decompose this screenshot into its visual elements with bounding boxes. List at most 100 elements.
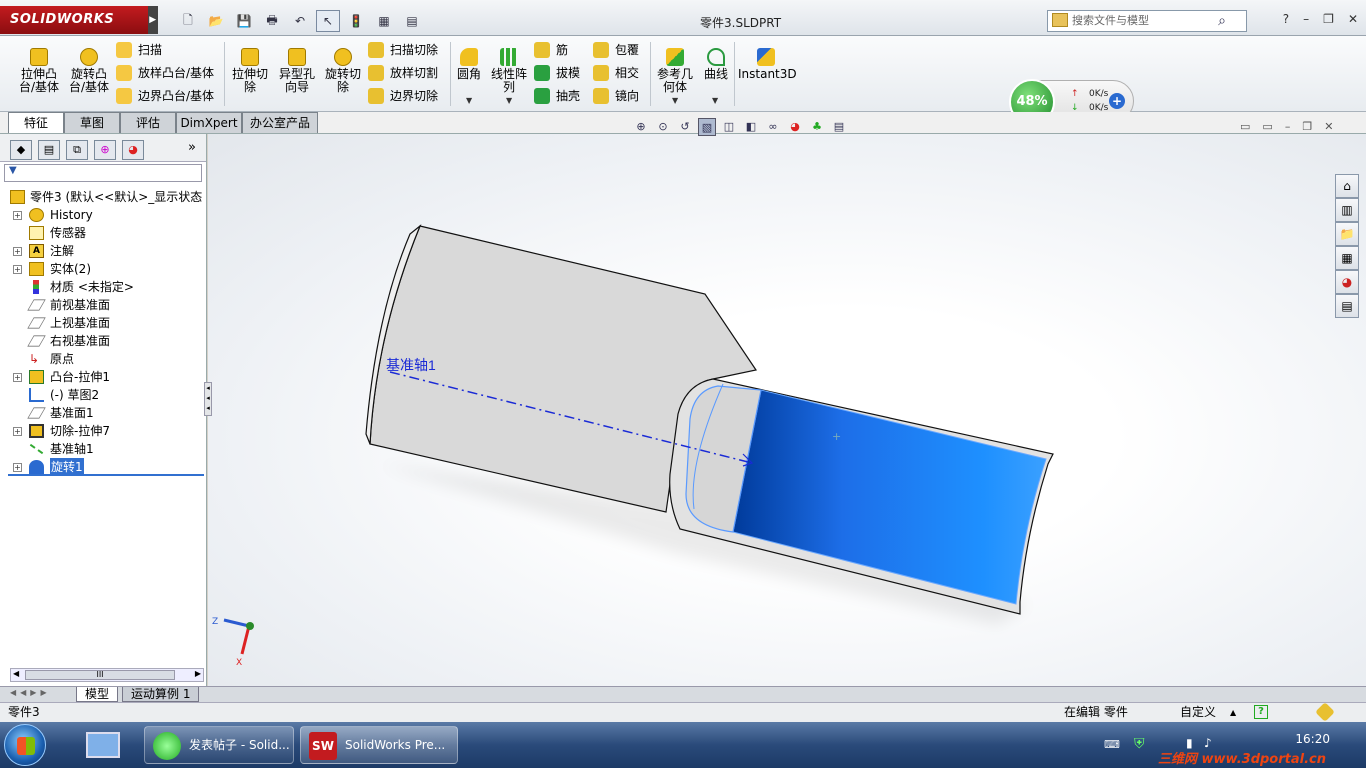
tree-item-sensors[interactable]: 传感器 — [0, 224, 206, 242]
tab-model[interactable]: 模型 — [76, 687, 119, 702]
feature-tree-icon[interactable]: ◆ — [10, 140, 32, 160]
tab-features[interactable]: 特征 — [8, 112, 64, 133]
rebuild-icon[interactable]: 🚦 — [344, 10, 368, 32]
linear-pattern-button[interactable]: 线性阵列 — [488, 48, 530, 94]
tab-scroll-arrows-icon[interactable]: ◀◀▶▶ — [10, 688, 51, 697]
scroll-right-icon[interactable]: ▶ — [195, 669, 201, 678]
plus-icon[interactable]: + — [1109, 93, 1125, 109]
tree-item-axis1[interactable]: 基准轴1 — [0, 440, 206, 458]
boundary-cut-button[interactable]: 边界切除 — [368, 86, 438, 106]
view-settings-icon[interactable]: ▤ — [830, 118, 848, 136]
viewport-minimize-button[interactable]: – — [1285, 120, 1291, 133]
tree-item-boss-extrude1[interactable]: + 凸台-拉伸1 — [0, 368, 206, 386]
display-manager-icon[interactable]: ◕ — [122, 140, 144, 160]
show-desktop-icon[interactable] — [86, 732, 120, 758]
reference-geometry-button[interactable]: 参考几何体 — [654, 48, 696, 94]
tab-office-products[interactable]: 办公室产品 — [242, 112, 318, 133]
tree-item-annotations[interactable]: + A 注解 — [0, 242, 206, 260]
mirror-button[interactable]: 镜向 — [593, 86, 639, 106]
display-style-icon[interactable]: ◧ — [742, 118, 760, 136]
shell-button[interactable]: 抽壳 — [534, 86, 580, 106]
tree-root[interactable]: 零件3 (默认<<默认>_显示状态 — [0, 188, 206, 206]
tile-icon[interactable]: ▭ — [1240, 120, 1250, 133]
fillet-button[interactable]: 圆角 — [454, 48, 484, 81]
solidworks-logo[interactable]: SOLIDWORKS ▶ — [0, 6, 158, 34]
appearances-icon[interactable]: ◕ — [1335, 270, 1359, 294]
draft-button[interactable]: 拔模 — [534, 63, 580, 83]
tab-evaluate[interactable]: 评估 — [120, 112, 176, 133]
taskbar-btn-solidworks[interactable]: SW SolidWorks Pre... — [300, 726, 458, 764]
expand-icon[interactable]: + — [13, 211, 22, 220]
intersect-button[interactable]: 相交 — [593, 63, 639, 83]
tree-item-top-plane[interactable]: 上视基准面 — [0, 314, 206, 332]
extrude-cut-button[interactable]: 拉伸切除 — [230, 48, 270, 94]
units-dropdown-icon[interactable]: ▲ — [1230, 703, 1236, 722]
file-explorer-icon[interactable]: 📁 — [1335, 222, 1359, 246]
tree-item-history[interactable]: + History — [0, 206, 206, 224]
curves-button[interactable]: 曲线 — [700, 48, 732, 81]
open-folder-icon[interactable]: 📂 — [204, 10, 228, 32]
sweep-button[interactable]: 扫描 — [116, 40, 162, 60]
previous-view-icon[interactable]: ↺ — [676, 118, 694, 136]
help-button[interactable]: ? — [1283, 12, 1289, 26]
minimize-button[interactable]: – — [1303, 12, 1309, 26]
view-orientation-icon[interactable]: ◫ — [720, 118, 738, 136]
undo-icon[interactable]: ↶ — [288, 10, 312, 32]
loft-boss-button[interactable]: 放样凸台/基体 — [116, 63, 214, 83]
restore-button[interactable]: ❐ — [1323, 12, 1334, 26]
sweep-cut-button[interactable]: 扫描切除 — [368, 40, 438, 60]
dimxpert-manager-icon[interactable]: ⊕ — [94, 140, 116, 160]
zoom-area-icon[interactable]: ⊙ — [654, 118, 672, 136]
property-manager-icon[interactable]: ▤ — [38, 140, 60, 160]
rollback-bar[interactable] — [8, 474, 204, 476]
custom-properties-icon[interactable]: ▤ — [1335, 294, 1359, 318]
hide-show-items-icon[interactable]: ∞ — [764, 118, 782, 136]
tree-item-sketch2[interactable]: (-) 草图2 — [0, 386, 206, 404]
extrude-boss-button[interactable]: 拉伸凸台/基体 — [18, 48, 60, 94]
apply-scene-icon[interactable]: ♣ — [808, 118, 826, 136]
expand-icon[interactable]: + — [13, 373, 22, 382]
panel-collapse-handle[interactable]: ◂ ◂ ◂ — [204, 382, 212, 416]
revolve-cut-button[interactable]: 旋转切除 — [322, 48, 364, 94]
section-view-icon[interactable]: ▧ — [698, 118, 716, 136]
clock[interactable]: 16:20 — [1295, 732, 1330, 746]
graphics-area[interactable]: 基准轴1 + Z X — [208, 134, 1366, 686]
tab-motion-study[interactable]: 运动算例 1 — [122, 687, 200, 702]
start-button[interactable] — [4, 724, 46, 766]
new-document-icon[interactable]: 🗋 — [176, 10, 200, 32]
expand-icon[interactable]: + — [13, 463, 22, 472]
pattern-dropdown-icon[interactable]: ▼ — [506, 96, 512, 105]
print-icon[interactable]: 🖶 — [260, 10, 284, 32]
home-icon[interactable]: ⌂ — [1335, 174, 1359, 198]
tree-item-material[interactable]: 材质 <未指定> — [0, 278, 206, 296]
revolve-boss-button[interactable]: 旋转凸台/基体 — [66, 48, 112, 94]
select-pointer-icon[interactable]: ↖ — [316, 10, 340, 32]
expand-icon[interactable]: + — [13, 427, 22, 436]
view-palette-icon[interactable]: ▦ — [1335, 246, 1359, 270]
configuration-manager-icon[interactable]: ⧉ — [66, 140, 88, 160]
design-library-icon[interactable]: ▥ — [1335, 198, 1359, 222]
tree-item-solid-bodies[interactable]: + 实体(2) — [0, 260, 206, 278]
close-button[interactable]: ✕ — [1348, 12, 1358, 26]
file-properties-icon[interactable]: ▦ — [372, 10, 396, 32]
instant3d-button[interactable]: Instant3D — [738, 48, 797, 81]
boundary-boss-button[interactable]: 边界凸台/基体 — [116, 86, 214, 106]
tree-item-cut-extrude7[interactable]: + 切除-拉伸7 — [0, 422, 206, 440]
zoom-to-fit-icon[interactable]: ⊕ — [632, 118, 650, 136]
search-icon[interactable]: ⌕ — [1218, 11, 1226, 31]
tab-dimxpert[interactable]: DimXpert — [176, 112, 242, 133]
expand-icon[interactable]: + — [13, 247, 22, 256]
ref-geometry-dropdown-icon[interactable]: ▼ — [672, 96, 678, 105]
menu-arrow-icon[interactable]: ▶ — [148, 6, 158, 34]
help-icon[interactable]: ? — [1254, 705, 1268, 719]
scroll-left-icon[interactable]: ◀ — [13, 669, 19, 678]
options-icon[interactable]: ▤ — [400, 10, 424, 32]
expand-icon[interactable]: + — [13, 265, 22, 274]
hole-wizard-button[interactable]: 异型孔向导 — [276, 48, 318, 94]
viewport-close-button[interactable]: ✕ — [1324, 120, 1333, 133]
scroll-thumb[interactable]: III — [25, 670, 175, 680]
search-input[interactable]: 搜索文件与模型 ⌕ — [1047, 10, 1247, 32]
rib-button[interactable]: 筋 — [534, 40, 568, 60]
taskbar-btn-browser[interactable]: 发表帖子 - Solid... — [144, 726, 294, 764]
loft-cut-button[interactable]: 放样切割 — [368, 63, 438, 83]
